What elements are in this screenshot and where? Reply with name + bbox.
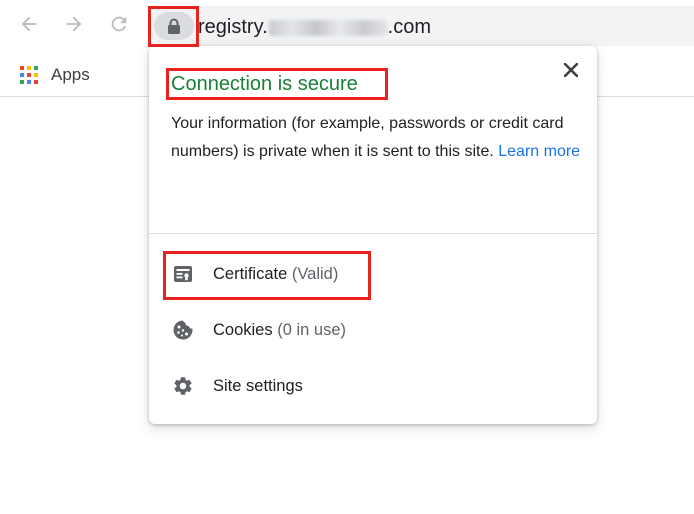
reload-button[interactable] [105,10,133,38]
apps-grid-dot [20,66,24,70]
security-description: Your information (for example, passwords… [171,110,581,166]
cookies-row[interactable]: Cookies (0 in use) [149,309,597,349]
cookies-count: (0 in use) [277,321,346,339]
apps-grid-dot [27,80,31,84]
cookie-icon [172,319,194,341]
certificate-icon [172,263,194,285]
apps-grid-dot [27,73,31,77]
certificate-status: (Valid) [291,265,339,283]
reload-icon [111,16,127,32]
apps-grid-dot [27,66,31,70]
site-settings-label: Site settings [213,377,303,395]
site-settings-row[interactable]: Site settings [149,365,597,405]
cookies-label-text: Cookies [213,321,273,339]
arrow-forward-icon [66,16,82,32]
redacted-domain [268,19,387,36]
apps-grid-dot [34,80,38,84]
apps-bookmark[interactable]: Apps [20,64,90,86]
url-prefix: registry. [198,16,268,38]
divider [149,233,597,234]
certificate-label: Certificate (Valid) [213,263,338,285]
connection-status-title: Connection is secure [171,73,358,95]
apps-grid-dot [20,80,24,84]
certificate-label-text: Certificate [213,265,288,283]
browser-window: registry. .com Apps Connection is secure … [0,0,694,514]
gear-icon [172,375,194,397]
browser-toolbar: registry. .com [0,0,694,52]
arrow-back-icon [21,16,37,32]
url-suffix: .com [387,16,431,38]
forward-button[interactable] [60,10,88,38]
learn-more-link[interactable]: Learn more [498,143,580,160]
apps-grid-dot [20,73,24,77]
site-info-button[interactable] [154,12,194,40]
lock-icon [168,18,180,34]
certificate-row[interactable]: Certificate (Valid) [149,253,597,293]
url-text[interactable]: registry. .com [198,14,431,40]
apps-label: Apps [51,65,90,84]
apps-grid-dot [34,66,38,70]
back-button[interactable] [15,10,43,38]
close-button[interactable] [559,58,583,82]
cookies-label: Cookies (0 in use) [213,319,346,341]
apps-grid-dot [34,73,38,77]
close-icon [564,63,578,77]
apps-grid-icon [20,66,38,84]
site-info-popup: Connection is secure Your information (f… [149,46,597,424]
